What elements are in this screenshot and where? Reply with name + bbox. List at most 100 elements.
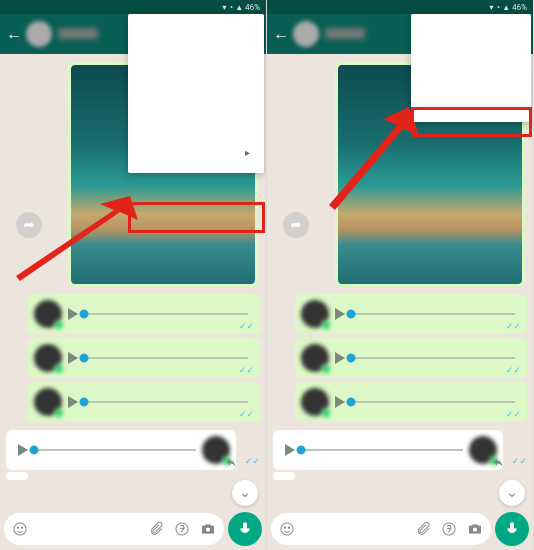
voice-message[interactable]: ✓✓ [28, 338, 260, 378]
voice-track[interactable] [34, 449, 196, 451]
voice-avatar [34, 344, 62, 372]
voice-track[interactable] [351, 313, 515, 315]
voice-avatar [34, 300, 62, 328]
voice-message[interactable]: ✓✓ [28, 294, 260, 334]
scroll-to-bottom-button[interactable]: ⌄ [499, 480, 525, 506]
outgoing-reply-indicator: ✓✓ [225, 456, 260, 468]
play-icon[interactable] [68, 396, 78, 408]
camera-icon[interactable] [467, 521, 483, 537]
attach-icon[interactable] [148, 521, 164, 537]
voice-track[interactable] [84, 401, 248, 403]
voice-time: ✓✓ [504, 366, 521, 376]
mic-icon [237, 521, 253, 537]
menu-media-links-docs[interactable] [128, 38, 264, 58]
back-icon[interactable]: ← [6, 24, 22, 44]
menu-more[interactable]: ▸ [128, 138, 264, 169]
menu-mute-notifications[interactable] [128, 78, 264, 98]
chevron-right-icon: ▸ [245, 148, 250, 159]
mic-badge-icon [321, 320, 331, 330]
voice-message[interactable]: ✓✓ [28, 382, 260, 422]
voice-message[interactable]: ✓✓ [295, 294, 527, 334]
message-input[interactable] [271, 513, 491, 545]
read-ticks-icon: ✓✓ [239, 322, 254, 332]
avatar[interactable] [26, 21, 52, 47]
phone-right: ▾ ◔ ▲ 46% ← ➦ [267, 0, 534, 550]
menu-clear-chat[interactable] [411, 58, 531, 78]
voice-avatar [34, 388, 62, 416]
menu-report[interactable] [411, 18, 531, 38]
mic-badge-icon [54, 320, 64, 330]
read-ticks-icon: ✓✓ [239, 366, 254, 376]
voice-track[interactable] [84, 313, 248, 315]
read-ticks-icon: ✓✓ [506, 366, 521, 376]
voice-time: ✓✓ [237, 322, 254, 332]
contact-name [325, 28, 365, 39]
forward-icon[interactable]: ➦ [283, 212, 309, 238]
voice-avatar [301, 300, 329, 328]
voice-time: ✓✓ [504, 322, 521, 332]
menu-wallpaper[interactable] [128, 118, 264, 138]
emoji-icon[interactable] [12, 521, 28, 537]
play-icon[interactable] [335, 308, 345, 320]
forward-icon[interactable]: ➦ [16, 212, 42, 238]
play-icon[interactable] [285, 444, 295, 456]
camera-icon[interactable] [200, 521, 216, 537]
back-icon[interactable]: ← [273, 24, 289, 44]
voice-message[interactable]: ✓✓ [295, 382, 527, 422]
menu-add-shortcut[interactable] [411, 98, 531, 118]
outgoing-reply-indicator: ✓✓ [492, 456, 527, 468]
voice-track[interactable] [301, 449, 463, 451]
emoji-icon[interactable] [279, 521, 295, 537]
voice-message-incoming[interactable] [6, 430, 236, 470]
scroll-to-bottom-button[interactable]: ⌄ [232, 480, 258, 506]
menu-export-chat[interactable] [411, 78, 531, 98]
voice-avatar [301, 388, 329, 416]
attach-icon[interactable] [415, 521, 431, 537]
rupee-icon[interactable] [174, 521, 190, 537]
menu-disappearing-messages[interactable] [128, 98, 264, 118]
read-ticks-icon: ✓✓ [239, 410, 254, 420]
mic-badge-icon [321, 408, 331, 418]
more-submenu [411, 14, 531, 122]
status-bar: ▾ ◔ ▲ 46% [267, 0, 533, 14]
message-input[interactable] [4, 513, 224, 545]
play-icon[interactable] [68, 352, 78, 364]
voice-track[interactable] [351, 401, 515, 403]
play-icon[interactable] [335, 396, 345, 408]
rupee-icon[interactable] [441, 521, 457, 537]
read-ticks-icon: ✓✓ [506, 322, 521, 332]
read-ticks-icon: ✓✓ [506, 410, 521, 420]
menu-block[interactable] [411, 38, 531, 58]
mic-button[interactable] [495, 512, 529, 546]
contact-name [58, 28, 98, 39]
play-icon[interactable] [18, 444, 28, 456]
mic-icon [504, 521, 520, 537]
play-icon[interactable] [68, 308, 78, 320]
text-message-incoming[interactable] [273, 472, 295, 480]
composer [4, 512, 262, 546]
read-ticks-icon: ✓✓ [512, 457, 527, 467]
status-bar: ▾ ◔ ▲ 46% [0, 0, 266, 14]
voice-time: ✓✓ [237, 366, 254, 376]
menu-view-contact[interactable] [128, 18, 264, 38]
phone-left: ▾ ◔ ▲ 46% ← ➦ [0, 0, 267, 550]
voice-track[interactable] [351, 357, 515, 359]
overflow-menu: ▸ [128, 14, 264, 173]
menu-search[interactable] [128, 58, 264, 78]
voice-track[interactable] [84, 357, 248, 359]
play-icon[interactable] [335, 352, 345, 364]
mic-button[interactable] [228, 512, 262, 546]
text-message-incoming[interactable] [6, 472, 28, 480]
mic-badge-icon [54, 364, 64, 374]
voice-time: ✓✓ [504, 410, 521, 420]
voice-avatar [301, 344, 329, 372]
mic-badge-icon [54, 408, 64, 418]
voice-time: ✓✓ [237, 410, 254, 420]
reply-icon [492, 456, 504, 468]
avatar[interactable] [293, 21, 319, 47]
composer [271, 512, 529, 546]
chat-body: ➦ ✓✓ ✓✓ [267, 54, 533, 510]
voice-message[interactable]: ✓✓ [295, 338, 527, 378]
reply-icon [225, 456, 237, 468]
voice-message-incoming[interactable] [273, 430, 503, 470]
